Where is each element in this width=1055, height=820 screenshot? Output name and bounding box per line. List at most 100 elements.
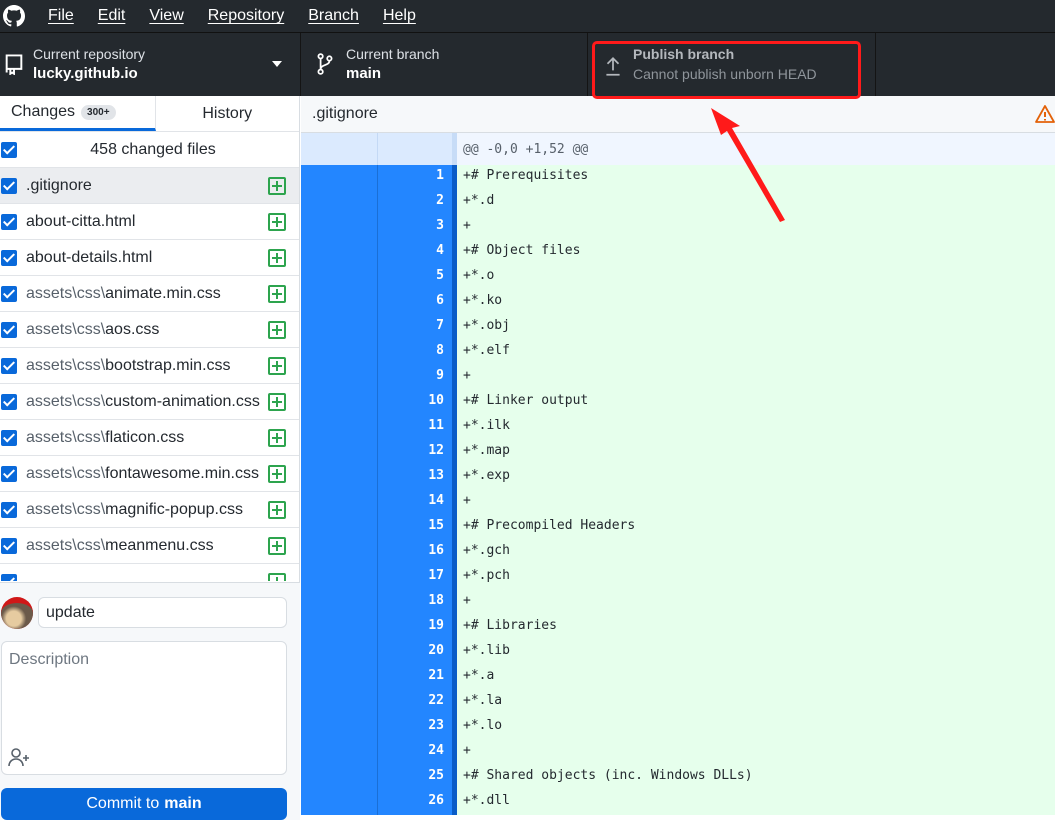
select-all-row: 458 changed files [0, 132, 299, 168]
new-line-number: 17 [378, 565, 452, 590]
diff-line-text: + [457, 365, 1055, 390]
menu-branch[interactable]: Branch [308, 7, 359, 25]
diff-line: 15 +# Precompiled Headers [301, 515, 1055, 540]
file-checkbox[interactable] [1, 213, 17, 230]
file-checkbox[interactable] [1, 429, 17, 446]
diff-line: 12 +*.map [301, 440, 1055, 465]
file-checkbox[interactable] [1, 321, 17, 338]
publish-branch-button[interactable]: Publish branch Cannot publish unborn HEA… [588, 33, 876, 96]
file-list-item[interactable] [0, 564, 299, 581]
new-line-number: 18 [378, 590, 452, 615]
diff-line-text: +*.ilk [457, 415, 1055, 440]
file-list-item[interactable]: about-citta.html [0, 204, 299, 240]
select-all-checkbox[interactable] [1, 141, 17, 158]
menu-help[interactable]: Help [383, 7, 416, 25]
new-line-number: 9 [378, 365, 452, 390]
new-line-number: 8 [378, 340, 452, 365]
diff-line: 26 +*.dll [301, 790, 1055, 815]
tab-changes-label: Changes [11, 103, 76, 120]
file-list-item[interactable]: assets\css\flaticon.css [0, 420, 299, 456]
file-list-item[interactable]: assets\css\animate.min.css [0, 276, 299, 312]
new-line-number: 25 [378, 765, 452, 790]
commit-description-input[interactable]: Description [1, 641, 287, 775]
commit-button-prefix: Commit to [86, 795, 160, 812]
new-line-number: 20 [378, 640, 452, 665]
new-line-number: 16 [378, 540, 452, 565]
file-list-item[interactable]: .gitignore [0, 168, 299, 204]
file-name: .gitignore [26, 176, 92, 194]
warning-icon[interactable] [1035, 104, 1055, 124]
file-checkbox[interactable] [1, 573, 17, 581]
file-checkbox[interactable] [1, 465, 17, 482]
diff-line: 6 +*.ko [301, 290, 1055, 315]
file-name: about-citta.html [26, 212, 136, 230]
new-line-number: 4 [378, 240, 452, 265]
tab-history-label: History [202, 104, 253, 122]
commit-summary-input[interactable]: update [38, 597, 287, 628]
file-added-icon [268, 321, 286, 339]
file-list-item[interactable]: assets\css\meanmenu.css [0, 528, 299, 564]
diff-line: 7 +*.obj [301, 315, 1055, 340]
repository-label: Current repository [33, 46, 146, 62]
file-checkbox[interactable] [1, 285, 17, 302]
diff-line: 23 +*.lo [301, 715, 1055, 740]
old-line-number [301, 365, 378, 390]
publish-label: Publish branch [633, 46, 735, 62]
file-added-icon [268, 285, 286, 303]
upload-icon [606, 57, 620, 76]
file-added-icon [268, 177, 286, 195]
file-added-icon [268, 501, 286, 519]
current-branch-button[interactable]: Current branch main [301, 33, 588, 96]
diff-line-text: +# Prerequisites [457, 165, 1055, 190]
old-line-number [301, 215, 378, 240]
commit-button[interactable]: Commit to main [1, 788, 287, 820]
diff-line-text: +*.o [457, 265, 1055, 290]
file-list-item[interactable]: assets\css\fontawesome.min.css [0, 456, 299, 492]
file-list-item[interactable]: assets\css\aos.css [0, 312, 299, 348]
file-list-item[interactable]: assets\css\magnific-popup.css [0, 492, 299, 528]
diff-line-text: + [457, 590, 1055, 615]
diff-line: 11 +*.ilk [301, 415, 1055, 440]
old-line-number [301, 390, 378, 415]
file-checkbox[interactable] [1, 357, 17, 374]
file-checkbox[interactable] [1, 249, 17, 266]
file-added-icon [268, 429, 286, 447]
file-checkbox[interactable] [1, 177, 17, 194]
old-line-number [301, 665, 378, 690]
new-line-number: 24 [378, 740, 452, 765]
new-line-number: 14 [378, 490, 452, 515]
menu-view[interactable]: View [149, 7, 183, 25]
file-list-item[interactable]: about-details.html [0, 240, 299, 276]
tab-history[interactable]: History [156, 96, 300, 131]
file-checkbox[interactable] [1, 393, 17, 410]
diff-line-text: +*.d [457, 190, 1055, 215]
file-list-item[interactable]: assets\css\custom-animation.css [0, 384, 299, 420]
current-repository-button[interactable]: Current repository lucky.github.io [0, 33, 301, 96]
file-list[interactable]: .gitignore about-citta.html about-details.… [0, 168, 299, 581]
file-name: assets\css\meanmenu.css [26, 536, 214, 554]
menu-file[interactable]: File [48, 7, 74, 25]
file-list-item[interactable]: assets\css\bootstrap.min.css [0, 348, 299, 384]
diff-line: 8 +*.elf [301, 340, 1055, 365]
menu-bar: File Edit View Repository Branch Help [0, 0, 1055, 32]
menu-edit[interactable]: Edit [98, 7, 126, 25]
old-line-number [301, 465, 378, 490]
menu-repository[interactable]: Repository [208, 7, 284, 25]
diff-line: 16 +*.gch [301, 540, 1055, 565]
old-line-number [301, 740, 378, 765]
new-line-number: 22 [378, 690, 452, 715]
old-line-number [301, 440, 378, 465]
tab-changes[interactable]: Changes 300+ [0, 96, 156, 131]
diff-line-text: +*.map [457, 440, 1055, 465]
file-name: assets\css\flaticon.css [26, 428, 185, 446]
old-line-number [301, 615, 378, 640]
file-checkbox[interactable] [1, 501, 17, 518]
new-line-number: 3 [378, 215, 452, 240]
diff-line-text: +*.la [457, 690, 1055, 715]
file-checkbox[interactable] [1, 537, 17, 554]
diff-line-text: +*.a [457, 665, 1055, 690]
add-coauthor-icon[interactable] [8, 747, 30, 767]
diff-line-text: +# Linker output [457, 390, 1055, 415]
diff-line: 17 +*.pch [301, 565, 1055, 590]
branch-label: Current branch [346, 46, 440, 62]
